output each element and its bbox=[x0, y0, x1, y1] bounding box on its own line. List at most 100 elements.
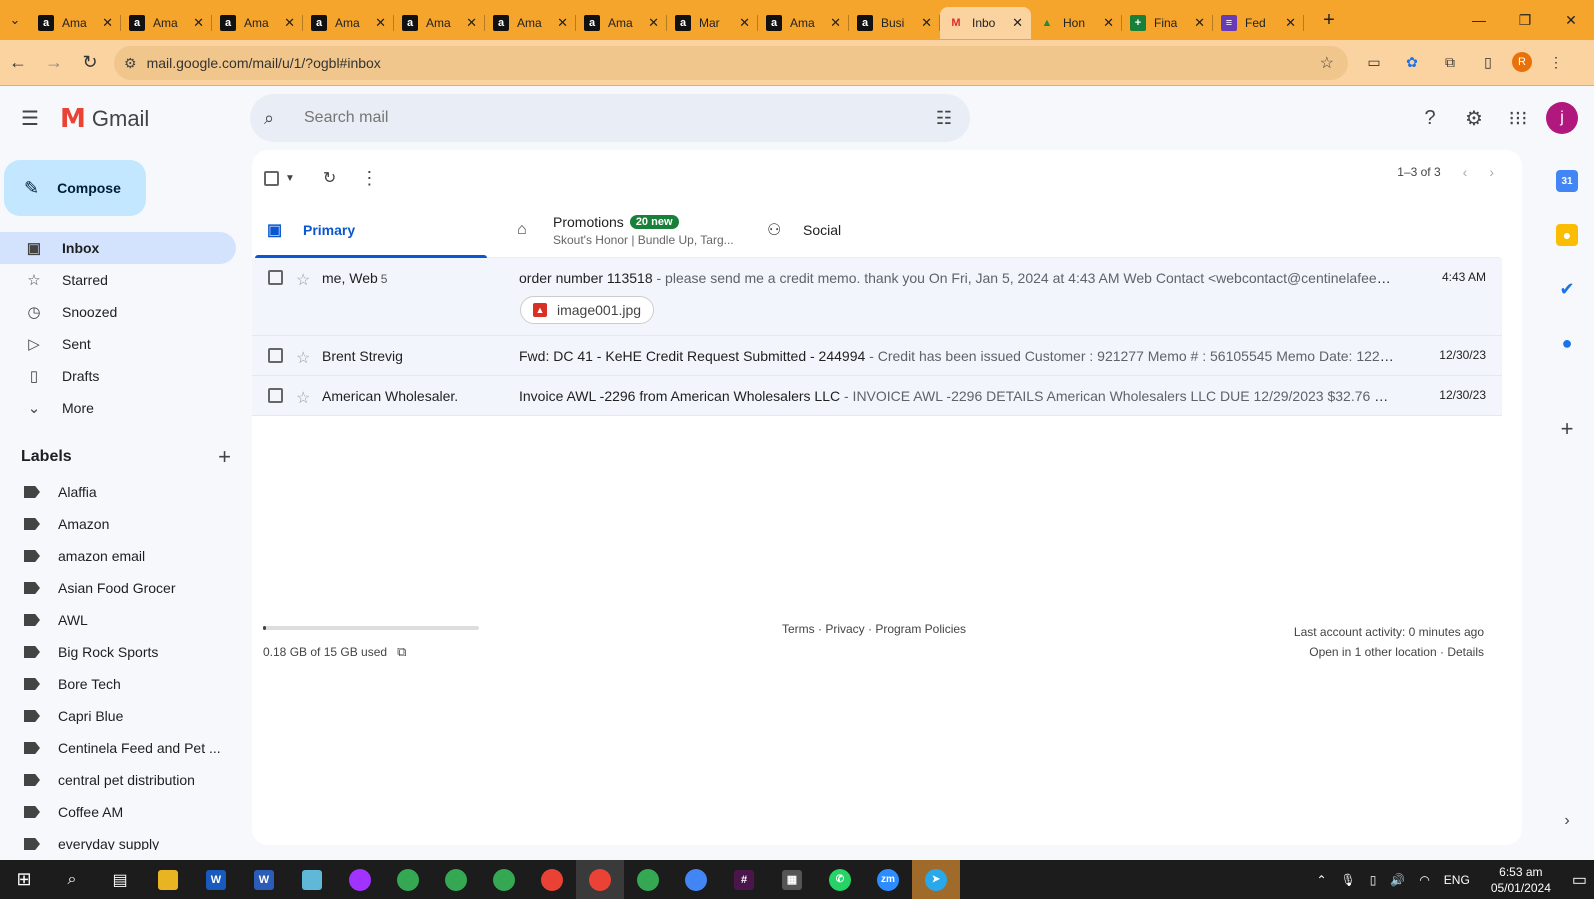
show-hidden-icons-icon[interactable]: ⌃ bbox=[1316, 873, 1326, 887]
notifications-icon[interactable]: ▭ bbox=[1572, 870, 1587, 890]
star-icon[interactable]: ☆ bbox=[296, 388, 310, 408]
label-item[interactable]: Amazon bbox=[0, 508, 236, 540]
close-tab-icon[interactable]: ✕ bbox=[739, 15, 750, 31]
microphone-icon[interactable]: 🎙 bbox=[1341, 873, 1356, 887]
wifi-icon[interactable]: ◠ bbox=[1419, 873, 1429, 887]
keep-icon[interactable]: ● bbox=[1556, 224, 1578, 246]
label-item[interactable]: central pet distribution bbox=[0, 764, 236, 796]
close-tab-icon[interactable]: ✕ bbox=[193, 15, 204, 31]
zoom-icon[interactable]: zm bbox=[864, 860, 912, 899]
main-menu-icon[interactable]: ☰ bbox=[18, 106, 42, 130]
footer-links[interactable]: Terms · Privacy · Program Policies bbox=[782, 622, 966, 636]
star-icon[interactable]: ☆ bbox=[296, 348, 310, 368]
close-tab-icon[interactable]: ✕ bbox=[466, 15, 477, 31]
close-tab-icon[interactable]: ✕ bbox=[102, 15, 113, 31]
select-all-checkbox[interactable] bbox=[264, 170, 279, 186]
site-info-icon[interactable]: ⚙ bbox=[124, 55, 137, 72]
browser-tab[interactable]: + Fina ✕ bbox=[1122, 7, 1213, 39]
label-item[interactable]: Coffee AM bbox=[0, 796, 236, 828]
create-label-icon[interactable]: + bbox=[218, 444, 231, 470]
calendar-icon[interactable]: 31 bbox=[1556, 170, 1578, 192]
close-tab-icon[interactable]: ✕ bbox=[648, 15, 659, 31]
label-item[interactable]: amazon email bbox=[0, 540, 236, 572]
close-tab-icon[interactable]: ✕ bbox=[1194, 15, 1205, 31]
email-checkbox[interactable] bbox=[268, 348, 283, 363]
clock[interactable]: 6:53 am 05/01/2024 bbox=[1491, 864, 1551, 896]
calculator-icon[interactable]: ▦ bbox=[768, 860, 816, 899]
telegram-icon[interactable]: ➤ bbox=[912, 860, 960, 899]
language-indicator[interactable]: ENG bbox=[1444, 873, 1470, 887]
tab-search-icon[interactable]: ⌄ bbox=[0, 0, 30, 40]
restore-icon[interactable]: ❐ bbox=[1502, 0, 1548, 40]
forward-icon[interactable]: → bbox=[36, 45, 72, 81]
help-icon[interactable]: ? bbox=[1414, 98, 1446, 138]
newer-page-icon[interactable]: ‹ bbox=[1463, 164, 1468, 180]
close-window-icon[interactable]: ✕ bbox=[1548, 0, 1594, 40]
close-tab-icon[interactable]: ✕ bbox=[375, 15, 386, 31]
browser-profile-avatar[interactable]: R bbox=[1512, 52, 1532, 72]
sidebar-item-inbox[interactable]: ▣ Inbox bbox=[0, 232, 236, 264]
select-dropdown-icon[interactable]: ▼ bbox=[285, 173, 295, 184]
extension-icon[interactable]: ✿ bbox=[1398, 48, 1426, 76]
chrome-icon[interactable] bbox=[672, 860, 720, 899]
browser-tab[interactable]: a Ama ✕ bbox=[758, 7, 849, 39]
sidebar-item-more[interactable]: ⌄ More bbox=[0, 392, 236, 424]
close-tab-icon[interactable]: ✕ bbox=[1103, 15, 1114, 31]
label-item[interactable]: AWL bbox=[0, 604, 236, 636]
show-side-panel-icon[interactable]: › bbox=[1556, 810, 1578, 832]
other-location-link[interactable]: Open in 1 other location · Details bbox=[1294, 642, 1484, 662]
browser-tab[interactable]: M Inbo ✕ bbox=[940, 7, 1031, 39]
tab-primary[interactable]: ▣ Primary bbox=[255, 202, 505, 258]
label-item[interactable]: Asian Food Grocer bbox=[0, 572, 236, 604]
browser-tab[interactable]: a Ama ✕ bbox=[30, 7, 121, 39]
close-tab-icon[interactable]: ✕ bbox=[284, 15, 295, 31]
bookmark-star-icon[interactable]: ☆ bbox=[1320, 53, 1334, 73]
email-checkbox[interactable] bbox=[268, 270, 283, 285]
label-item[interactable]: everyday supply bbox=[0, 828, 236, 850]
close-tab-icon[interactable]: ✕ bbox=[1012, 15, 1023, 31]
label-item[interactable]: Capri Blue bbox=[0, 700, 236, 732]
task-view-icon[interactable]: ▤ bbox=[96, 860, 144, 899]
chrome-icon[interactable] bbox=[432, 860, 480, 899]
search-options-icon[interactable]: ☷ bbox=[936, 108, 952, 129]
star-icon[interactable]: ☆ bbox=[296, 270, 310, 290]
label-item[interactable]: Bore Tech bbox=[0, 668, 236, 700]
email-row[interactable]: ☆ American Wholesaler. Invoice AWL -2296… bbox=[252, 376, 1502, 416]
chrome-icon[interactable] bbox=[480, 860, 528, 899]
sidebar-item-sent[interactable]: ▷ Sent bbox=[0, 328, 236, 360]
attachment-chip[interactable]: ▲ image001.jpg bbox=[520, 296, 655, 324]
address-bar[interactable]: ⚙ mail.google.com/mail/u/1/?ogbl#inbox ☆ bbox=[114, 46, 1348, 80]
browser-tab[interactable]: a Mar ✕ bbox=[667, 7, 758, 39]
more-actions-icon[interactable]: ⋮ bbox=[360, 168, 378, 189]
notepad-icon[interactable] bbox=[288, 860, 336, 899]
email-checkbox[interactable] bbox=[268, 388, 283, 403]
open-external-icon[interactable]: ⧉ bbox=[397, 644, 406, 660]
tasks-icon[interactable]: ✔ bbox=[1556, 278, 1578, 300]
word-icon[interactable]: W bbox=[192, 860, 240, 899]
browser-tab[interactable]: a Ama ✕ bbox=[212, 7, 303, 39]
reload-icon[interactable]: ↻ bbox=[72, 45, 108, 81]
battery-icon[interactable]: ▯ bbox=[1370, 873, 1377, 887]
back-icon[interactable]: ← bbox=[0, 45, 36, 81]
refresh-icon[interactable]: ↻ bbox=[323, 168, 336, 188]
close-tab-icon[interactable]: ✕ bbox=[921, 15, 932, 31]
side-panel-icon[interactable]: ▯ bbox=[1474, 48, 1502, 76]
browser-tab[interactable]: a Ama ✕ bbox=[485, 7, 576, 39]
search-input[interactable] bbox=[304, 109, 904, 127]
label-item[interactable]: Centinela Feed and Pet ... bbox=[0, 732, 236, 764]
label-item[interactable]: Big Rock Sports bbox=[0, 636, 236, 668]
sidebar-item-drafts[interactable]: ▯ Drafts bbox=[0, 360, 236, 392]
messenger-icon[interactable] bbox=[336, 860, 384, 899]
settings-gear-icon[interactable]: ⚙ bbox=[1458, 98, 1490, 138]
close-tab-icon[interactable]: ✕ bbox=[830, 15, 841, 31]
slack-icon[interactable]: # bbox=[720, 860, 768, 899]
sidebar-item-starred[interactable]: ☆ Starred bbox=[0, 264, 236, 296]
get-addons-icon[interactable]: + bbox=[1556, 416, 1578, 441]
close-tab-icon[interactable]: ✕ bbox=[557, 15, 568, 31]
chrome-icon[interactable] bbox=[528, 860, 576, 899]
whatsapp-icon[interactable]: ✆ bbox=[816, 860, 864, 899]
browser-tab[interactable]: ≡ Fed ✕ bbox=[1213, 7, 1304, 39]
google-apps-icon[interactable]: ⁝⁝⁝ bbox=[1502, 98, 1534, 138]
chrome-icon[interactable] bbox=[624, 860, 672, 899]
start-windows-icon[interactable]: ⊞ bbox=[0, 860, 48, 899]
